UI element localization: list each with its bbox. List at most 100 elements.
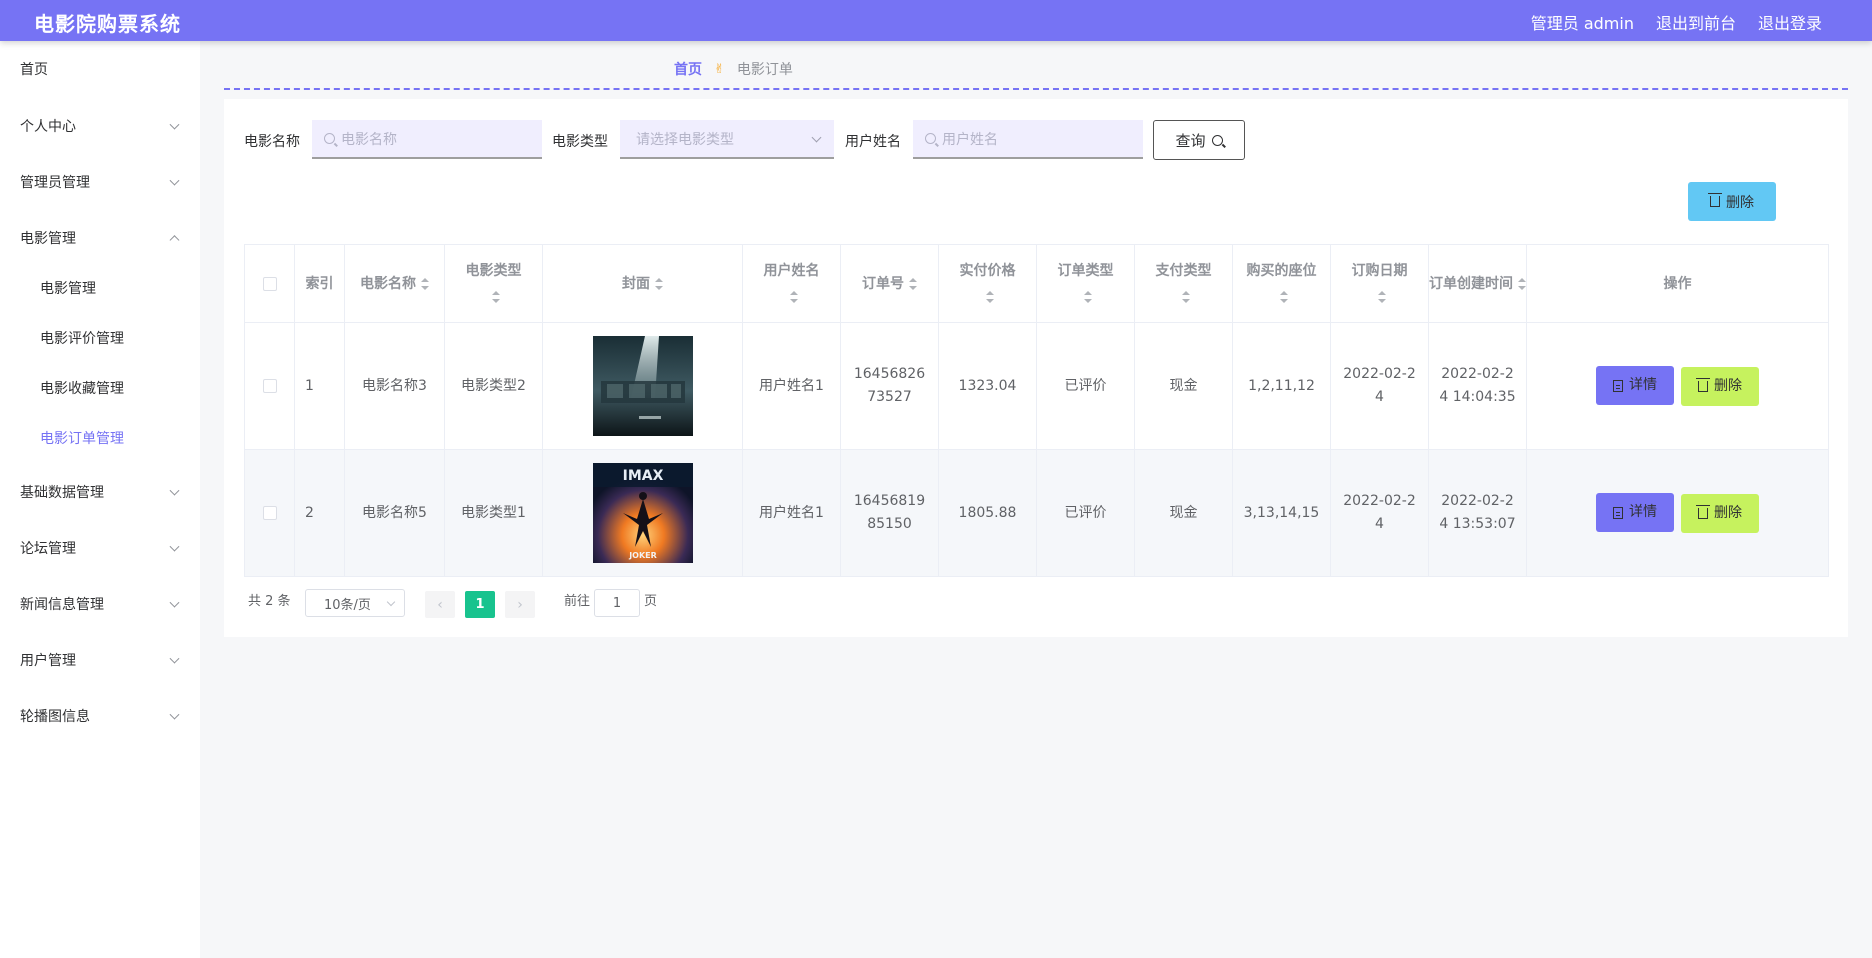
sidebar-item-base-data[interactable]: 基础数据管理 [0, 464, 200, 520]
delete-button[interactable]: 删除 [1681, 493, 1759, 533]
sidebar-subitem-movie-orders[interactable]: 电影订单管理 [0, 413, 200, 463]
movie-type-placeholder: 请选择电影类型 [636, 131, 734, 148]
delete-button-label: 删除 [1714, 377, 1742, 394]
breadcrumb-home[interactable]: 首页 [674, 59, 702, 79]
column-header[interactable]: 实付价格 [938, 244, 1037, 323]
sort-icon[interactable] [421, 277, 429, 290]
sort-icon[interactable] [909, 277, 917, 290]
movie-name-input[interactable]: 电影名称 [312, 120, 542, 159]
movie-poster-image[interactable] [592, 336, 693, 436]
sidebar-subitem-movie-review[interactable]: 电影评价管理 [0, 313, 200, 363]
actions-cell: 详情 删除 [1526, 322, 1829, 450]
column-header[interactable]: 订单类型 [1036, 244, 1135, 323]
row-checkbox[interactable] [262, 378, 277, 393]
sort-icon[interactable] [1084, 290, 1092, 303]
sidebar-item-news[interactable]: 新闻信息管理 [0, 576, 200, 632]
chevron-down-icon [811, 132, 822, 143]
chevron-down-icon [169, 709, 180, 720]
column-header-label: 订单号 [862, 275, 904, 292]
row-checkbox[interactable] [262, 505, 277, 520]
current-page-button[interactable]: 1 [465, 591, 495, 618]
column-header-label: 电影类型 [465, 262, 522, 279]
detail-button-label: 详情 [1629, 377, 1657, 394]
column-header[interactable]: 订单号 [840, 244, 939, 323]
order-no-cell: 1645682673527 [840, 322, 939, 450]
query-button[interactable]: 查询 [1153, 120, 1245, 160]
column-header[interactable]: 支付类型 [1134, 244, 1233, 323]
sidebar-item-home[interactable]: 首页 [0, 41, 200, 97]
goto-page-input[interactable]: 1 [594, 589, 640, 617]
search-icon [925, 133, 936, 144]
sort-icon[interactable] [1182, 290, 1190, 303]
breadcrumb: 首页 ✌ 电影订单 [674, 59, 793, 79]
actions-cell: 详情 删除 [1526, 449, 1829, 577]
column-header-label: 订单类型 [1057, 262, 1114, 279]
logout-link[interactable]: 退出登录 [1758, 10, 1822, 34]
column-header[interactable]: 用户姓名 [742, 244, 841, 323]
cover-cell [542, 322, 743, 450]
column-header-label: 购买的座位 [1246, 262, 1317, 279]
sidebar-subitem-label: 电影收藏管理 [40, 381, 124, 397]
sidebar-subitem-movie-favorites[interactable]: 电影收藏管理 [0, 363, 200, 413]
pay-type-cell: 现金 [1134, 449, 1233, 577]
sidebar-item-forum[interactable]: 论坛管理 [0, 520, 200, 576]
search-icon [1211, 134, 1223, 146]
sort-icon[interactable] [790, 290, 798, 303]
select-all-checkbox[interactable] [262, 276, 277, 291]
cover-cell: IMAX JOKER [542, 449, 743, 577]
bulk-delete-label: 删除 [1726, 194, 1754, 211]
sidebar-item-admin-management[interactable]: 管理员管理 [0, 154, 200, 210]
sidebar-item-carousel[interactable]: 轮播图信息 [0, 688, 200, 744]
column-header[interactable]: 电影名称 [344, 244, 445, 323]
chevron-up-icon [169, 235, 180, 246]
column-header-label: 订单创建时间 [1429, 275, 1513, 292]
seats-cell: 3,13,14,15 [1232, 449, 1331, 577]
movie-type-select[interactable]: 请选择电影类型 [620, 120, 834, 159]
sidebar-item-label: 首页 [20, 62, 48, 78]
column-header-label: 用户姓名 [763, 262, 820, 279]
sidebar-item-label: 用户管理 [20, 653, 76, 669]
sidebar-item-users[interactable]: 用户管理 [0, 632, 200, 688]
order-no-cell: 1645681985150 [840, 449, 939, 577]
page-size-select[interactable]: 10条/页 [305, 589, 405, 617]
sort-icon[interactable] [492, 290, 500, 303]
sidebar-subitem-movie-management[interactable]: 电影管理 [0, 263, 200, 313]
column-header[interactable]: 订购日期 [1330, 244, 1429, 323]
query-button-label: 查询 [1175, 131, 1206, 150]
detail-button[interactable]: 详情 [1596, 493, 1674, 533]
movie-name-label: 电影名称 [244, 134, 300, 150]
sort-icon[interactable] [1280, 290, 1288, 303]
sidebar-item-movie-management[interactable]: 电影管理 [0, 210, 200, 266]
prev-page-button[interactable]: ‹ [425, 591, 455, 618]
sort-icon[interactable] [986, 290, 994, 303]
sort-icon[interactable] [1378, 290, 1386, 303]
column-header[interactable]: 订单创建时间 [1428, 244, 1527, 323]
sidebar-item-personal-center[interactable]: 个人中心 [0, 98, 200, 154]
table-header-row: 索引 电影名称 电影类型 封面 用户姓名 订单号 实付价格 订单类型 支付类型 … [244, 244, 1829, 323]
column-header[interactable]: 购买的座位 [1232, 244, 1331, 323]
movie-poster-image[interactable]: IMAX JOKER [592, 463, 693, 563]
price-cell: 1805.88 [938, 449, 1037, 577]
chevron-down-icon [169, 653, 180, 664]
column-header[interactable]: 封面 [542, 244, 743, 323]
sidebar-item-label: 基础数据管理 [20, 485, 104, 501]
sidebar-subitem-label: 电影订单管理 [40, 431, 124, 447]
sort-icon[interactable] [655, 277, 663, 290]
detail-button[interactable]: 详情 [1596, 366, 1674, 406]
trash-icon [1696, 377, 1710, 392]
user-name-placeholder: 用户姓名 [942, 131, 998, 148]
delete-button[interactable]: 删除 [1681, 366, 1759, 406]
order-date-cell: 2022-02-24 [1330, 322, 1429, 450]
next-page-button[interactable]: › [505, 591, 535, 618]
chevron-down-icon [169, 541, 180, 552]
bulk-delete-button[interactable]: 删除 [1688, 182, 1776, 221]
exit-to-frontend-link[interactable]: 退出到前台 [1656, 10, 1736, 34]
user-name-input[interactable]: 用户姓名 [913, 120, 1143, 159]
user-name-cell: 用户姓名1 [742, 322, 841, 450]
sort-icon[interactable] [1518, 277, 1526, 290]
column-header-label: 索引 [305, 275, 334, 292]
delete-button-label: 删除 [1714, 504, 1742, 521]
column-header-label: 支付类型 [1155, 262, 1212, 279]
column-header[interactable]: 电影类型 [444, 244, 543, 323]
sidebar-item-label: 轮播图信息 [20, 709, 90, 725]
